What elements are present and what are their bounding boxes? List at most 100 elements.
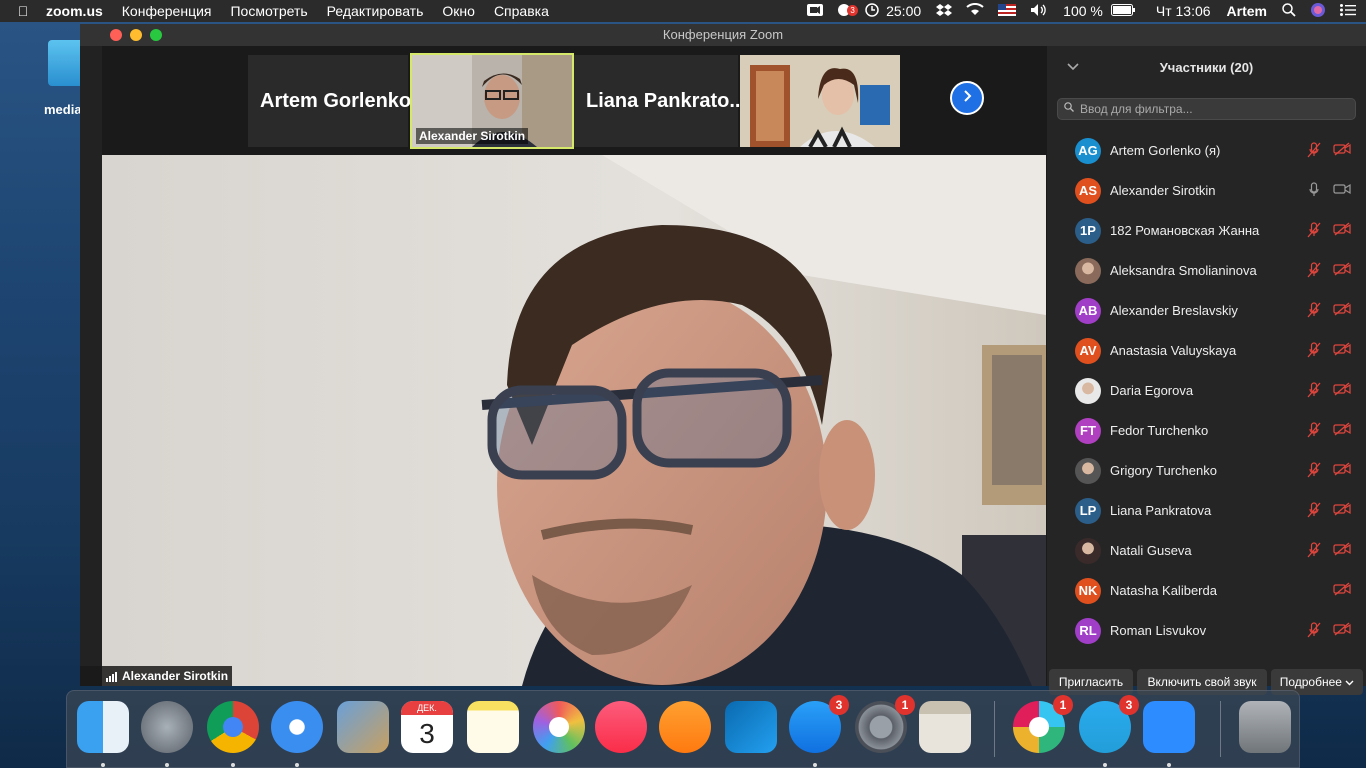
dock-running-indicator <box>813 763 817 767</box>
zoom-camera-icon[interactable] <box>807 3 824 19</box>
dock-app-slack[interactable]: 1 Slack <box>1013 695 1073 753</box>
participant-row[interactable]: AG Artem Gorlenko (я) <box>1047 130 1366 170</box>
notification-center-icon[interactable] <box>1340 3 1356 19</box>
participant-row[interactable]: Aleksandra Smolianinova <box>1047 250 1366 290</box>
menu-item-help[interactable]: Справка <box>494 3 549 19</box>
clock[interactable]: Чт 13:06 <box>1156 3 1211 19</box>
siri-icon[interactable] <box>1310 2 1326 21</box>
participant-name: Anastasia Valuyskaya <box>1110 343 1237 358</box>
thumbnail-name: Liana Pankrato... <box>586 90 747 112</box>
participant-row[interactable]: RL Roman Lisvukov <box>1047 610 1366 650</box>
thumbnail-video-participant[interactable] <box>740 55 900 147</box>
menu-item-edit[interactable]: Редактировать <box>327 3 424 19</box>
close-window-button[interactable] <box>110 29 122 41</box>
participant-list: AG Artem Gorlenko (я) AS Alexander Sirotkin… <box>1047 130 1366 656</box>
thumbnail-video-image <box>740 55 900 147</box>
menu-item-window[interactable]: Окно <box>442 3 475 19</box>
apple-icon[interactable]:  <box>0 3 46 19</box>
wifi-icon[interactable] <box>966 3 984 19</box>
avatar-photo <box>1075 538 1101 564</box>
mic-muted-icon <box>1306 622 1324 638</box>
participant-row[interactable]: AV Anastasia Valuyskaya <box>1047 330 1366 370</box>
search-icon[interactable] <box>1282 2 1296 20</box>
battery-icon[interactable] <box>1110 3 1135 19</box>
dock-app-finder[interactable]: Finder <box>77 701 129 753</box>
dock-app-label: Zoom <box>1143 701 1144 702</box>
dock-app-zoom[interactable]: Zoom <box>1143 701 1195 753</box>
participant-name: Alexander Sirotkin <box>1110 183 1216 198</box>
next-page-button[interactable] <box>950 81 984 115</box>
dock-app-notes[interactable]: Notes <box>467 701 519 753</box>
dock-app-label: Telegram <box>1079 701 1080 702</box>
minimize-window-button[interactable] <box>130 29 142 41</box>
thumbnail-artem[interactable]: Artem Gorlenko <box>248 55 412 147</box>
participant-row[interactable]: Grigory Turchenko <box>1047 450 1366 490</box>
participant-row[interactable]: LP Liana Pankratova <box>1047 490 1366 530</box>
participant-name: Natasha Kaliberda <box>1110 583 1217 598</box>
dock-app-music[interactable]: Music <box>595 701 647 753</box>
menu-item-view[interactable]: Посмотреть <box>230 3 307 19</box>
user-name[interactable]: Artem <box>1227 3 1267 19</box>
dock-app-label: System Preferences <box>855 701 856 702</box>
participant-row[interactable]: AB Alexander Breslavskiy <box>1047 290 1366 330</box>
window-titlebar[interactable]: Конференция Zoom <box>80 24 1366 46</box>
participants-title: Участники (20) <box>1159 60 1254 75</box>
dock-app-calculator[interactable]: Calculator <box>919 701 971 753</box>
dock-running-indicator <box>1167 763 1171 767</box>
dropbox-icon[interactable] <box>936 3 953 20</box>
thumbnail-liana[interactable]: Liana Pankrato... <box>574 55 746 147</box>
dock-app-trash[interactable]: Trash <box>1239 701 1291 753</box>
dock-app-label: Photos <box>533 701 534 702</box>
thumbnail-alexander[interactable]: Alexander Sirotkin <box>410 53 574 149</box>
dock-app-books[interactable]: Books <box>659 701 711 753</box>
avatar: 1P <box>1075 218 1101 244</box>
input-flag-icon[interactable] <box>998 3 1017 19</box>
thumbnail-name: Alexander Sirotkin <box>416 128 529 144</box>
dock-app-app-store[interactable]: 3 App Store <box>789 695 849 753</box>
avatar: LP <box>1075 498 1101 524</box>
thumbnail-name: Artem Gorlenko <box>260 90 412 112</box>
dock-app-system-preferences[interactable]: 1 System Preferences <box>855 695 915 753</box>
dock-running-indicator <box>295 763 299 767</box>
dock-app-vs-code[interactable]: VS Code <box>725 701 777 753</box>
avatar: AV <box>1075 338 1101 364</box>
mic-muted-icon <box>1306 542 1324 558</box>
dock-app-label: Calculator <box>919 701 920 702</box>
participant-row[interactable]: NK Natasha Kaliberda <box>1047 570 1366 610</box>
dock-app-label: Finder <box>77 701 78 702</box>
menu-app-name[interactable]: zoom.us <box>46 3 103 19</box>
participant-filter-input[interactable]: Ввод для фильтра... <box>1057 98 1356 120</box>
participant-row[interactable]: Natali Guseva <box>1047 530 1366 570</box>
dock-app-photos[interactable]: Photos <box>533 701 585 753</box>
main-speaker-video[interactable]: Alexander Sirotkin <box>102 155 1046 686</box>
zoom-window-button[interactable] <box>150 29 162 41</box>
participant-row[interactable]: FT Fedor Turchenko <box>1047 410 1366 450</box>
dock-app-mail[interactable]: Mail <box>337 701 389 753</box>
volume-icon[interactable] <box>1030 3 1048 20</box>
dock-app-telegram[interactable]: 3 Telegram <box>1079 695 1139 753</box>
window-left-edge <box>80 46 102 666</box>
dock-separator <box>1220 701 1221 757</box>
signal-icon <box>106 672 118 682</box>
speaker-name: Alexander Sirotkin <box>122 669 229 683</box>
participant-name: Artem Gorlenko (я) <box>1110 143 1221 158</box>
menu-item-conference[interactable]: Конференция <box>122 3 212 19</box>
dock-app-launchpad[interactable]: Launchpad <box>141 701 193 753</box>
dock-app-safari[interactable]: Safari <box>271 701 323 753</box>
participant-row[interactable]: AS Alexander Sirotkin <box>1047 170 1366 210</box>
timer-icon[interactable] <box>865 2 879 20</box>
video-icon <box>1333 182 1351 198</box>
participant-name: Grigory Turchenko <box>1110 463 1217 478</box>
speaker-video-image <box>102 155 1046 686</box>
participant-row[interactable]: 1P 182 Романовская Жанна <box>1047 210 1366 250</box>
window-title: Конференция Zoom <box>662 27 784 42</box>
chevron-right-icon <box>964 90 972 102</box>
notification-icon[interactable]: 3 <box>837 3 859 20</box>
video-off-icon <box>1333 422 1351 438</box>
dock-running-indicator <box>1103 763 1107 767</box>
dock-app-chrome[interactable]: Chrome <box>207 701 259 753</box>
thumbnail-strip: Artem Gorlenko Alexander Sirotkin Liana … <box>102 46 1046 154</box>
participant-row[interactable]: Daria Egorova <box>1047 370 1366 410</box>
mic-muted-icon <box>1306 422 1324 438</box>
dock-app-calendar[interactable]: ДЕК. 3 Calendar <box>401 701 453 753</box>
